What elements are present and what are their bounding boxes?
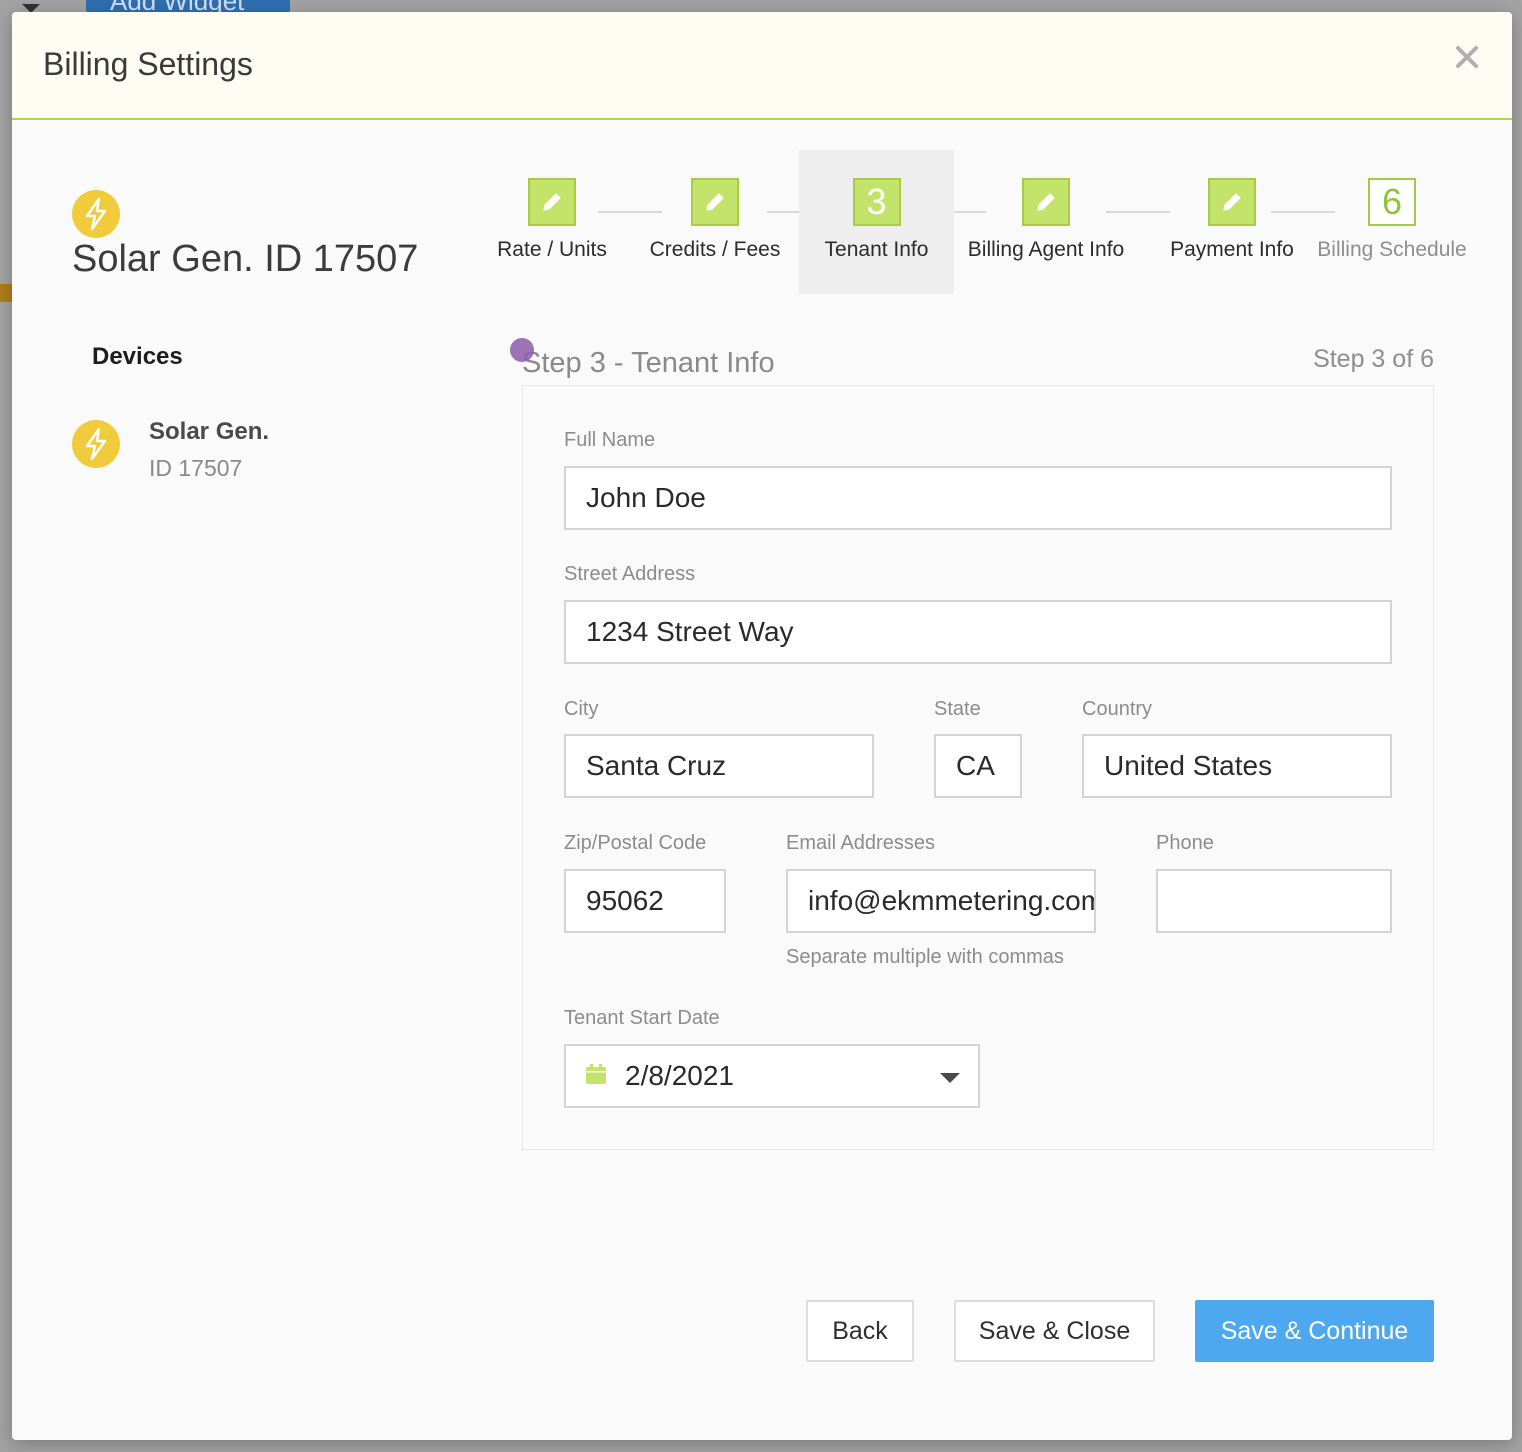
device-id: ID 17507: [149, 455, 243, 481]
phone-label: Phone: [1156, 832, 1214, 854]
tenant-info-form: Full Name Street Address City State Coun…: [522, 385, 1434, 1150]
step-label: Credits / Fees: [649, 238, 781, 261]
email-input[interactable]: [786, 869, 1096, 933]
step-tenant-info[interactable]: 3 Tenant Info: [799, 150, 954, 294]
zip-label: Zip/Postal Code: [564, 832, 707, 854]
city-label: City: [564, 698, 599, 720]
step-billing-agent-info[interactable]: Billing Agent Info: [964, 150, 1128, 294]
pencil-icon: [1022, 178, 1070, 226]
step-rate-units[interactable]: Rate / Units: [482, 150, 622, 294]
background-marker: [0, 284, 12, 302]
mouse-cursor-indicator: [510, 338, 534, 362]
country-label: Country: [1082, 698, 1153, 720]
chevron-down-icon: [940, 1073, 960, 1083]
close-icon[interactable]: [1452, 42, 1482, 72]
modal-header: Billing Settings: [12, 12, 1512, 120]
zip-input[interactable]: [564, 869, 726, 933]
state-label: State: [934, 698, 981, 720]
pencil-icon: [1208, 178, 1256, 226]
email-help-text: Separate multiple with commas: [786, 946, 1064, 968]
step-counter: Step 3 of 6: [1313, 345, 1434, 373]
step-label: Billing Agent Info: [967, 238, 1125, 261]
step-label: Billing Schedule: [1317, 238, 1467, 261]
devices-heading: Devices: [92, 343, 183, 370]
step-label: Rate / Units: [497, 238, 607, 261]
device-name: Solar Gen.: [149, 418, 270, 445]
step-number: 3: [852, 178, 901, 226]
phone-input[interactable]: [1156, 869, 1392, 933]
full-name-label: Full Name: [564, 429, 656, 451]
email-label: Email Addresses: [786, 832, 935, 854]
state-input[interactable]: [934, 734, 1022, 798]
device-list-item[interactable]: Solar Gen. ID 17507: [72, 418, 372, 490]
tenant-start-date-value: 2/8/2021: [625, 1060, 734, 1091]
tenant-start-date-label: Tenant Start Date: [564, 1007, 720, 1029]
wizard-stepper: Rate / Units Credits / Fees 3 Tenant Inf…: [482, 150, 1482, 294]
calendar-icon: [585, 1063, 607, 1090]
add-widget-button: Add Widget: [86, 0, 290, 12]
step-payment-info[interactable]: Payment Info: [1154, 150, 1310, 294]
pencil-icon: [691, 178, 739, 226]
step-number: 6: [1368, 178, 1416, 226]
section-title: Step 3 - Tenant Info: [522, 347, 775, 379]
lightning-bolt-icon: [72, 420, 120, 468]
step-label: Payment Info: [1170, 238, 1294, 261]
step-credits-fees[interactable]: Credits / Fees: [640, 150, 790, 294]
modal-title: Billing Settings: [43, 46, 253, 82]
back-button[interactable]: Back: [806, 1300, 914, 1362]
step-billing-schedule[interactable]: 6 Billing Schedule: [1312, 150, 1472, 294]
device-title: Solar Gen. ID 17507: [72, 238, 419, 280]
step-label: Tenant Info: [824, 238, 929, 261]
lightning-bolt-icon: [72, 190, 120, 238]
pencil-icon: [528, 178, 576, 226]
street-address-input[interactable]: [564, 600, 1392, 664]
save-continue-button[interactable]: Save & Continue: [1195, 1300, 1434, 1362]
country-input[interactable]: [1082, 734, 1392, 798]
full-name-input[interactable]: [564, 466, 1392, 530]
save-close-button[interactable]: Save & Close: [954, 1300, 1155, 1362]
city-input[interactable]: [564, 734, 874, 798]
billing-settings-modal: Billing Settings Solar Gen. ID 17507 Dev…: [12, 12, 1512, 1440]
street-address-label: Street Address: [564, 563, 696, 585]
tenant-start-date-picker[interactable]: 2/8/2021: [564, 1044, 980, 1108]
